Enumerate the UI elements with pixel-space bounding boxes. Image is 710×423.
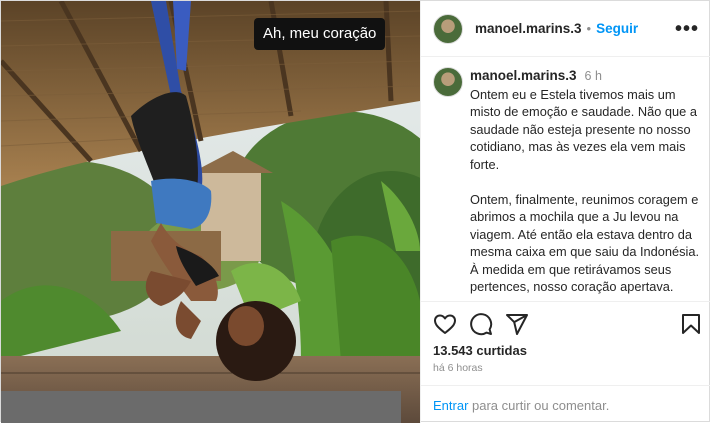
caption-avatar[interactable] <box>433 67 463 97</box>
story-sticker-text: Ah, meu coração <box>254 18 386 50</box>
divider <box>421 301 710 302</box>
post-photo[interactable]: Ah, meu coração <box>1 1 420 423</box>
caption-time[interactable]: 6 h <box>585 68 602 86</box>
share-icon[interactable] <box>505 312 529 336</box>
caption-username[interactable]: manoel.marins.3 <box>470 67 577 85</box>
login-prompt: Entrar para curtir ou comentar. <box>421 385 710 423</box>
post-timestamp[interactable]: há 6 horas <box>433 362 483 374</box>
heart-icon[interactable] <box>433 312 457 336</box>
action-bar <box>433 311 703 337</box>
caption: manoel.marins.3 6 h Ontem eu e Estela ti… <box>433 67 703 299</box>
more-options-icon[interactable]: ••• <box>675 19 699 39</box>
post-details-pane: manoel.marins.3 • Seguir ••• manoel.mari… <box>420 1 710 423</box>
likes-count[interactable]: 13.543 curtidas <box>433 343 527 358</box>
caption-paragraph-1: Ontem eu e Estela tivemos mais um misto … <box>470 86 697 172</box>
bookmark-icon[interactable] <box>679 312 703 336</box>
separator-dot: • <box>586 21 592 36</box>
caption-body: manoel.marins.3 6 h Ontem eu e Estela ti… <box>470 67 703 299</box>
follow-button[interactable]: Seguir <box>596 21 638 36</box>
avatar[interactable] <box>433 13 463 44</box>
caption-paragraph-2: Ontem, finalmente, reunimos coragem e ab… <box>470 191 700 300</box>
login-link[interactable]: Entrar <box>433 398 468 413</box>
post-photo-illustration <box>1 1 420 423</box>
username-link[interactable]: manoel.marins.3 <box>475 21 582 36</box>
post-header: manoel.marins.3 • Seguir ••• <box>421 1 710 57</box>
login-prompt-text: para curtir ou comentar. <box>468 398 610 413</box>
comment-icon[interactable] <box>469 312 493 336</box>
instagram-post: Ah, meu coração manoel.marins.3 • Seguir… <box>0 0 710 423</box>
